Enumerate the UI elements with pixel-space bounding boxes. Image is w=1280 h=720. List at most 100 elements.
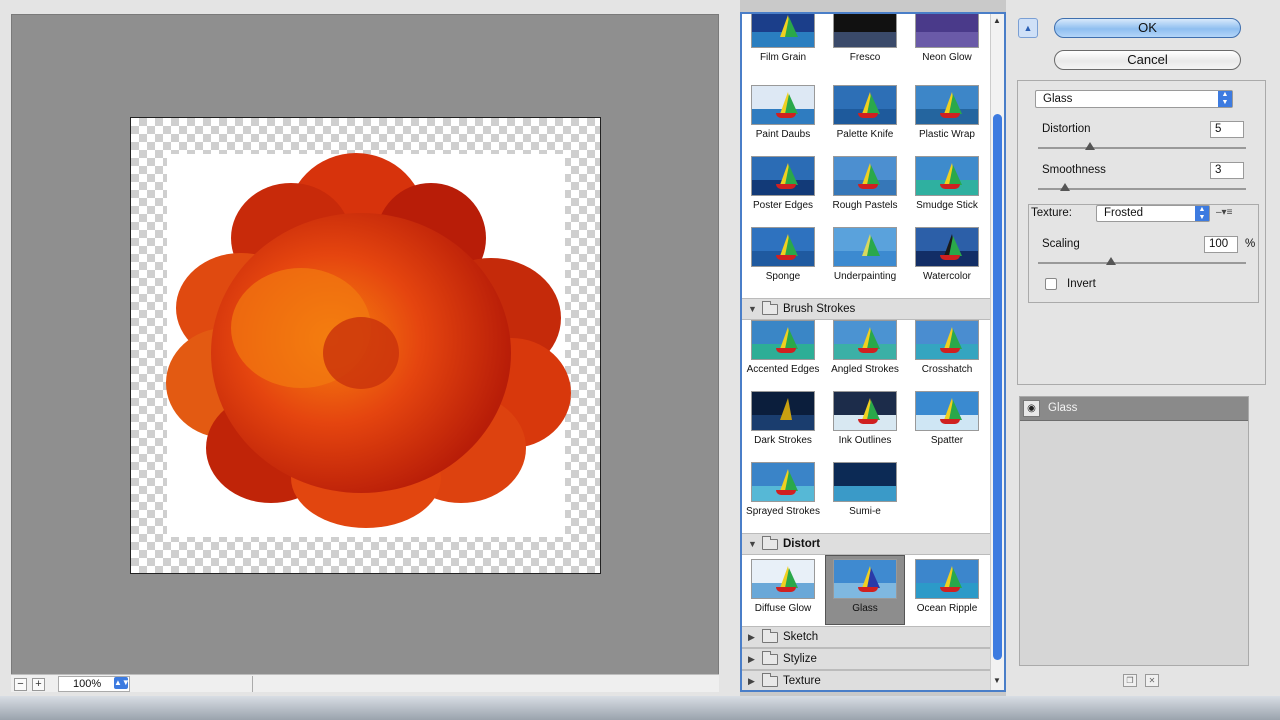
filter-label: Smudge Stick [916,200,978,211]
cancel-button[interactable]: Cancel [1054,50,1241,70]
filter-thumb-film-grain[interactable]: Film Grain [743,14,823,76]
category-label: Sketch [783,631,819,643]
dock-strip [0,696,1280,720]
distortion-slider-knob[interactable] [1085,142,1095,150]
filter-thumb-paint-daubs[interactable]: Paint Daubs [743,85,823,153]
filter-select-value: Glass [1043,93,1073,105]
texture-menu-icon[interactable]: –▾≡ [1216,207,1232,218]
thumb-row: Paint Daubs Palette Knife Plastic Wrap [742,85,990,156]
scroll-down-arrow-icon[interactable]: ▼ [993,676,1001,685]
zoom-out-button[interactable]: − [14,678,27,691]
category-label: Brush Strokes [783,303,856,315]
texture-select[interactable]: Frosted ▲ ▼ [1096,205,1210,222]
scaling-slider-knob[interactable] [1105,257,1116,265]
invert-label: Invert [1067,278,1096,290]
zoom-divider [131,676,253,692]
zoom-stepper-icon[interactable]: ▲▼ [114,677,130,689]
expanded-triangle-icon: ▼ [748,304,757,314]
ok-button[interactable]: OK [1054,18,1241,38]
filter-thumb-spatter[interactable]: Spatter [907,391,987,459]
thumbnail-image [751,559,815,599]
filter-thumb-sumi-e[interactable]: Sumi-e [825,462,905,530]
new-effect-layer-icon[interactable]: ❐ [1123,674,1137,687]
zoom-in-button[interactable]: + [32,678,45,691]
filter-thumb-ink-outlines[interactable]: Ink Outlines [825,391,905,459]
filter-thumb-smudge-stick[interactable]: Smudge Stick [907,156,987,224]
scrollbar-thumb[interactable] [993,114,1002,660]
thumbnail-image [751,14,815,48]
thumbnail-image [833,462,897,502]
category-sketch[interactable]: ▶ Sketch [742,626,990,648]
filter-thumb-neon-glow[interactable]: Neon Glow [907,14,987,76]
distortion-slider[interactable] [1038,142,1246,150]
filter-thumb-dark-strokes[interactable]: Dark Strokes [743,391,823,459]
scroll-up-arrow-icon[interactable]: ▲ [993,16,1001,25]
scaling-label: Scaling [1042,238,1080,250]
eye-icon[interactable]: ◉ [1023,400,1040,417]
filter-label: Poster Edges [752,200,814,211]
thumbnail-image [751,227,815,267]
thumbnail-image [915,14,979,48]
smoothness-input[interactable]: 3 [1210,162,1244,179]
filter-thumb-watercolor[interactable]: Watercolor [907,227,987,295]
thumbnail-image [833,156,897,196]
filter-thumb-accented-edges[interactable]: Accented Edges [743,320,823,388]
filter-label: Sprayed Strokes [746,506,820,517]
filter-thumb-crosshatch[interactable]: Crosshatch [907,320,987,388]
filter-label: Dark Strokes [754,435,812,446]
scaling-input[interactable]: 100 [1204,236,1238,253]
texture-select-value: Frosted [1104,207,1143,219]
filter-thumb-poster-edges[interactable]: Poster Edges [743,156,823,224]
collapse-gallery-button[interactable]: ▲ [1018,18,1038,38]
category-brush-strokes[interactable]: ▼ Brush Strokes [742,298,990,320]
folder-icon [762,536,778,550]
effect-layer-row[interactable]: ◉ Glass [1020,397,1248,421]
filter-label: Film Grain [759,52,807,63]
select-arrows-icon: ▲ ▼ [1218,91,1232,107]
filter-thumb-plastic-wrap[interactable]: Plastic Wrap [907,85,987,153]
distortion-input[interactable]: 5 [1210,121,1244,138]
filter-label: Fresco [849,52,881,63]
filter-thumb-fresco[interactable]: Fresco [825,14,905,76]
filter-thumb-angled-strokes[interactable]: Angled Strokes [825,320,905,388]
filter-label: Sumi-e [849,506,881,517]
filter-thumb-sponge[interactable]: Sponge [743,227,823,295]
filter-label: Spatter [930,435,964,446]
collapsed-triangle-icon: ▶ [748,654,755,664]
category-stylize[interactable]: ▶ Stylize [742,648,990,670]
filter-label: Angled Strokes [831,364,899,375]
delete-effect-layer-icon[interactable]: ✕ [1145,674,1159,687]
folder-icon [762,629,778,643]
effect-layer-name: Glass [1048,402,1078,414]
smoothness-slider-knob[interactable] [1060,183,1071,191]
thumbnail-image [915,227,979,267]
filter-thumb-underpainting[interactable]: Underpainting [825,227,905,295]
thumbnail-image [751,156,815,196]
thumbnail-image [833,227,897,267]
filter-label: Palette Knife [836,129,894,140]
invert-checkbox[interactable] [1045,278,1057,290]
preview-panel: − + 100% ▲▼ [0,0,740,720]
smoothness-slider[interactable] [1038,183,1246,191]
thumb-row: Diffuse Glow Glass Ocean Ripple [742,555,990,625]
effect-layers-panel: ◉ Glass [1019,396,1249,666]
filter-thumb-glass-selected[interactable]: Glass [825,555,905,625]
filter-label: Rough Pastels [832,200,898,211]
preview-canvas[interactable] [11,14,719,676]
filter-thumb-sprayed-strokes[interactable]: Sprayed Strokes [743,462,823,530]
gallery-scrollbar[interactable]: ▲ ▼ [990,14,1004,690]
expanded-triangle-icon: ▼ [748,539,757,549]
filter-gallery: Film Grain Fresco Neon Glow Paint Daubs … [740,12,1006,692]
filter-thumb-ocean-ripple[interactable]: Ocean Ripple [907,555,987,623]
category-distort[interactable]: ▼ Distort [742,533,990,555]
filter-thumb-rough-pastels[interactable]: Rough Pastels [825,156,905,224]
filter-thumb-diffuse-glow[interactable]: Diffuse Glow [743,555,823,623]
category-label: Stylize [783,653,817,665]
category-texture[interactable]: ▶ Texture [742,670,990,690]
filter-thumb-palette-knife[interactable]: Palette Knife [825,85,905,153]
scaling-unit: % [1245,238,1256,250]
filter-label: Watercolor [923,271,971,282]
thumbnail-image [915,391,979,431]
filter-select[interactable]: Glass ▲ ▼ [1035,90,1233,108]
scaling-slider[interactable] [1038,257,1246,265]
